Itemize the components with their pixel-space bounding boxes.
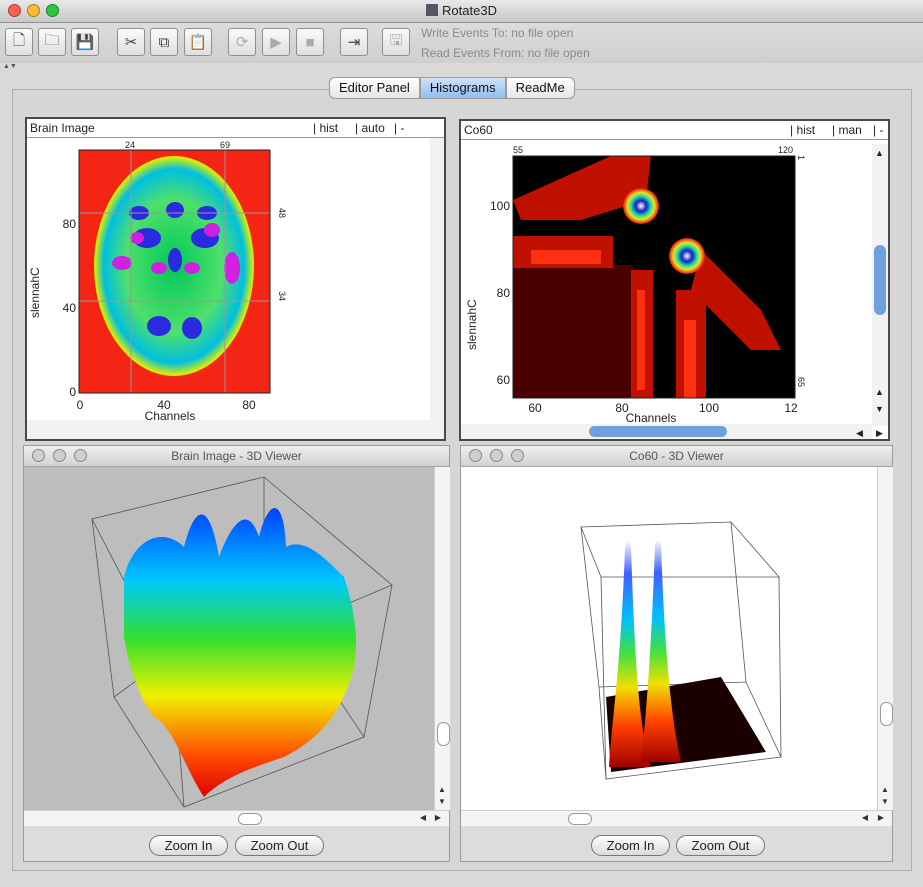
- brain-image-histogram[interactable]: Brain Image | hist | auto | - 24 69 48 3…: [25, 117, 446, 441]
- vertical-scrollbar[interactable]: ▲ ▼: [877, 467, 893, 810]
- scroll-right-icon[interactable]: ▶: [875, 813, 887, 822]
- scroll-left-icon[interactable]: ◀: [859, 813, 871, 822]
- paste-icon[interactable]: 📋: [184, 28, 212, 56]
- x-tick-label: 12: [784, 401, 798, 415]
- scroll-up-icon[interactable]: ▲: [875, 148, 884, 158]
- tab-readme[interactable]: ReadMe: [505, 77, 575, 99]
- brain-image-3d-viewer-window: Brain Image - 3D Viewer ▲ ▼ ◀ ▶ Zoom In …: [23, 445, 450, 862]
- brain-3d-surface-view[interactable]: [24, 467, 434, 810]
- scroll-up-icon[interactable]: ▲: [436, 785, 448, 794]
- tab-histograms[interactable]: Histograms: [419, 77, 506, 99]
- histogram-header: Brain Image | hist | auto | -: [27, 119, 444, 138]
- y-tick-label: 0: [69, 385, 76, 399]
- vertical-scroll-thumb[interactable]: [437, 722, 450, 746]
- horizontal-scroll-thumb[interactable]: [589, 426, 727, 437]
- histogram-header: Co60 | hist | man | -: [461, 121, 888, 140]
- top-tick-label: 120: [778, 145, 793, 155]
- zoom-out-button[interactable]: Zoom Out: [676, 835, 765, 856]
- scroll-left-icon[interactable]: ◀: [856, 428, 863, 438]
- copy-icon[interactable]: ⧉: [150, 28, 178, 56]
- top-tick-label: 24: [125, 140, 135, 150]
- y-tick-label: 80: [63, 217, 77, 231]
- scroll-down-icon[interactable]: ▼: [436, 797, 448, 806]
- x-tick-label: 100: [699, 401, 719, 415]
- co60-peak-1: [623, 188, 659, 224]
- tab-editor-panel[interactable]: Editor Panel: [329, 77, 420, 99]
- co60-histogram[interactable]: Co60 | hist | man | - 55 120 1 65 100 80…: [459, 119, 890, 441]
- horizontal-scroll-thumb[interactable]: [568, 813, 592, 825]
- save-icon[interactable]: 💾: [71, 28, 99, 56]
- viewer-title: Co60 - 3D Viewer: [629, 449, 724, 463]
- import-events-icon[interactable]: ⇥: [340, 28, 368, 56]
- new-file-icon[interactable]: 🗋: [5, 28, 33, 56]
- co60-3d-viewer-window: Co60 - 3D Viewer ▲ ▼ ◀ ▶ Zoom In Zoom Ou…: [460, 445, 893, 862]
- co60-3d-surface-view[interactable]: [461, 467, 877, 810]
- write-events-label: Write Events To: no file open: [421, 26, 574, 40]
- export-events-icon[interactable]: 🖫: [382, 28, 410, 56]
- y-tick-label: 60: [497, 373, 511, 387]
- horizontal-scrollbar[interactable]: [27, 420, 444, 439]
- scroll-up-icon[interactable]: ▲: [879, 785, 891, 794]
- top-tick-label: 69: [220, 140, 230, 150]
- app-icon: [426, 4, 439, 16]
- scale-mode-manual[interactable]: | man: [832, 123, 862, 137]
- play-icon[interactable]: ▶: [262, 28, 290, 56]
- hist-toggle[interactable]: | hist: [790, 123, 815, 137]
- hist-toggle[interactable]: | hist: [313, 121, 338, 135]
- stop-icon[interactable]: ■: [296, 28, 324, 56]
- viewer-title-bar: Brain Image - 3D Viewer: [24, 446, 449, 467]
- toolbar: 🗋 🗀 💾 ✂ ⧉ 📋 ⟳ ▶ ■ ⇥ 🖫 Write Events To: no file ope…: [0, 23, 923, 63]
- cut-icon[interactable]: ✂: [117, 28, 145, 56]
- x-tick-label: 0: [77, 398, 84, 412]
- vertical-scroll-thumb[interactable]: [880, 702, 893, 726]
- y-axis-label: slennahC: [28, 267, 42, 318]
- right-tick-label: 1: [796, 155, 806, 160]
- read-events-label: Read Events From: no file open: [421, 46, 590, 60]
- scale-mode-auto[interactable]: | auto: [355, 121, 385, 135]
- horizontal-scroll-thumb[interactable]: [238, 813, 262, 825]
- zoom-in-button[interactable]: Zoom In: [149, 835, 228, 856]
- vertical-scrollbar[interactable]: [430, 138, 444, 420]
- intensity-region: [513, 265, 633, 398]
- x-axis-label: Channels: [145, 409, 196, 423]
- window-title: Rotate3D: [0, 3, 923, 18]
- histogram-name: Co60: [464, 123, 493, 137]
- zoom-in-button[interactable]: Zoom In: [591, 835, 670, 856]
- vertical-scroll-thumb[interactable]: [874, 245, 886, 315]
- viewer-title-bar: Co60 - 3D Viewer: [461, 446, 892, 467]
- viewer-title: Brain Image - 3D Viewer: [171, 449, 302, 463]
- collapse-toggle[interactable]: | -: [873, 123, 883, 137]
- y-tick-label: 80: [497, 286, 511, 300]
- refresh-icon[interactable]: ⟳: [228, 28, 256, 56]
- horizontal-scrollbar[interactable]: ◀ ▶: [24, 810, 449, 826]
- right-tick-label: 48: [277, 208, 287, 218]
- y-tick-label: 100: [490, 199, 510, 213]
- x-tick-label: 60: [528, 401, 542, 415]
- y-axis-label: slennahC: [465, 299, 479, 350]
- right-tick-label: 34: [277, 291, 287, 301]
- scroll-right-icon[interactable]: ▶: [876, 428, 883, 438]
- open-folder-icon[interactable]: 🗀: [38, 28, 66, 56]
- x-axis-label: Channels: [626, 411, 677, 425]
- scroll-right-icon[interactable]: ▶: [432, 813, 444, 822]
- vertical-scrollbar[interactable]: ▲ ▼: [434, 467, 450, 810]
- x-tick-label: 80: [242, 398, 256, 412]
- horizontal-scrollbar[interactable]: ◀ ▶: [461, 810, 892, 826]
- top-tick-label: 55: [513, 145, 523, 155]
- window-title-bar: Rotate3D: [0, 0, 923, 23]
- y-tick-label: 40: [63, 301, 77, 315]
- scroll-down-icon[interactable]: ▼: [875, 404, 884, 414]
- scroll-left-icon[interactable]: ◀: [417, 813, 429, 822]
- co60-plot[interactable]: 55 120 1 65 100 80 60 60 80 100 12 Chann…: [461, 140, 888, 439]
- scroll-down-icon[interactable]: ▼: [879, 797, 891, 806]
- histogram-name: Brain Image: [30, 121, 95, 135]
- brain-image-plot[interactable]: 24 69 48 34 0 40 80 0 40 80 Channels sle…: [27, 138, 444, 439]
- toolbar-collapse-icon[interactable]: ▲▼: [3, 63, 17, 70]
- right-tick-label: 65: [796, 377, 806, 387]
- zoom-out-button[interactable]: Zoom Out: [235, 835, 324, 856]
- scroll-up-icon[interactable]: ▲: [875, 387, 884, 397]
- tab-bar: Editor Panel Histograms ReadMe: [329, 77, 575, 99]
- collapse-toggle[interactable]: | -: [394, 121, 404, 135]
- co60-peak-2: [669, 238, 705, 274]
